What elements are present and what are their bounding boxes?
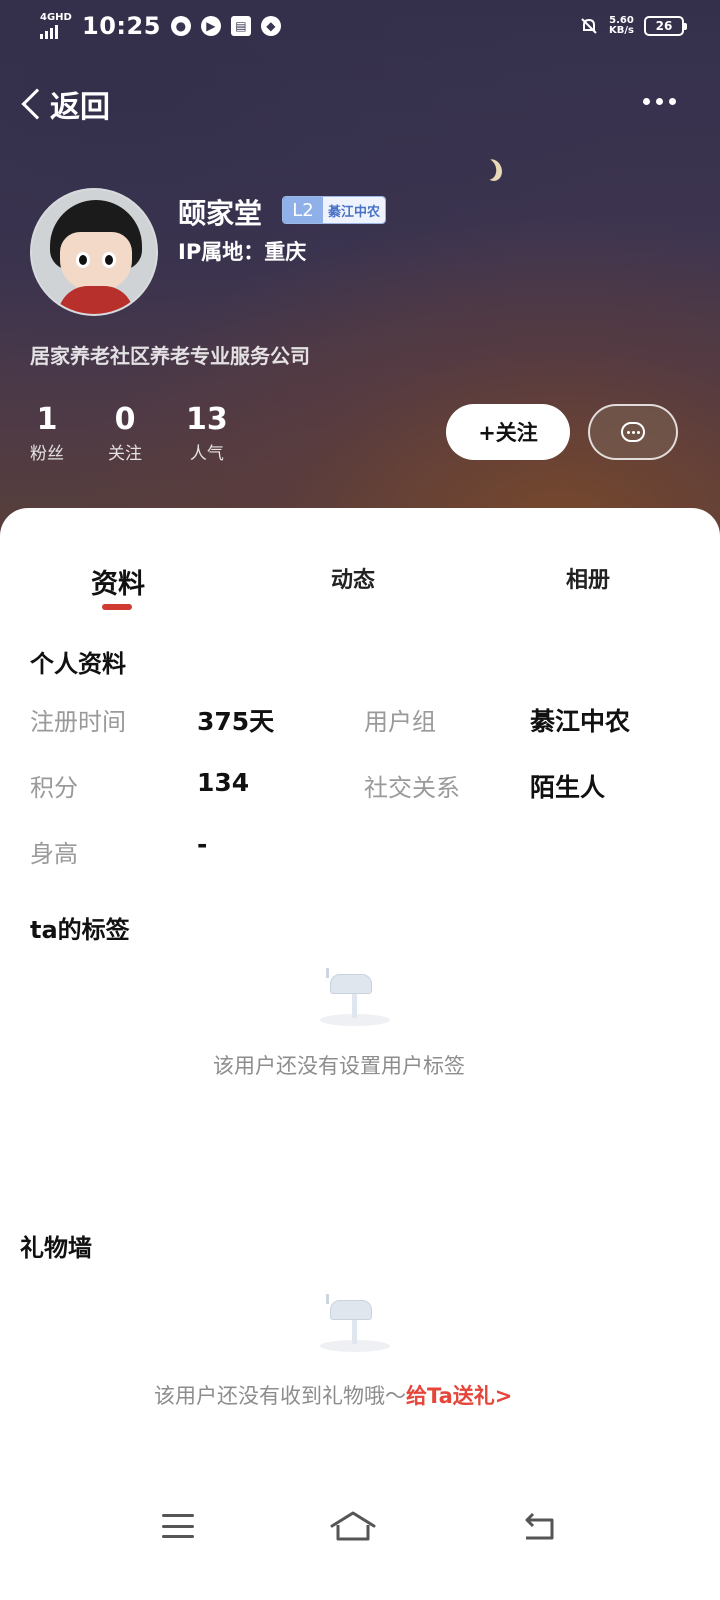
stat-fans[interactable]: 1 粉丝 [30,402,64,464]
mailbox-icon [316,1294,392,1356]
speed-unit: KB/s [609,25,634,36]
network-indicator: 4GHD [40,13,72,39]
ip-location: IP属地：重庆 [178,240,307,264]
profile-content-card: 资料 动态 相册 个人资料 注册时间 375天 用户组 綦江中农 积分 134 … [0,508,720,1600]
gift-empty-row: 该用户还没有收到礼物哦～给Ta送礼> [154,1380,512,1410]
battery-icon: 26 [644,16,687,36]
more-icon[interactable] [643,98,676,105]
wechat-icon: ● [170,16,191,36]
level-label: L2 [283,197,323,223]
stat-value: 1 [36,402,58,437]
gift-empty-text: 该用户还没有收到礼物哦～ [154,1384,406,1408]
field-value: 375天 [197,707,275,736]
message-icon [621,422,645,442]
field-value: - [197,830,208,859]
user-bio: 居家养老社区养老专业服务公司 [30,344,310,368]
field-value: 陌生人 [530,773,606,802]
send-gift-link[interactable]: 给Ta送礼> [406,1384,512,1408]
stat-label: 粉丝 [30,444,64,464]
mailbox-icon [316,968,392,1030]
moon-decoration [475,156,499,183]
stat-value: 0 [114,402,136,437]
field-key: 社交关系 [364,774,460,802]
tab-album[interactable]: 相册 [566,562,610,594]
user-name: 颐家堂 [178,197,263,230]
calendar-icon: ▤ [230,16,251,36]
stat-label: 关注 [108,444,142,464]
menu-icon[interactable] [162,1514,194,1538]
field-value: 綦江中农 [530,707,631,736]
stat-popularity: 13 人气 [186,402,228,464]
clock: 10:25 [82,12,161,40]
field-value: 134 [197,768,250,797]
status-bar: 4GHD 10:25 ● ▶ ▤ ◆ 5.60 KB/s 26 [0,0,720,56]
profile-header: 4GHD 10:25 ● ▶ ▤ ◆ 5.60 KB/s 26 返回 颐家堂 L… [0,0,720,560]
stat-following[interactable]: 0 关注 [108,402,142,464]
stat-label: 人气 [189,444,224,464]
signal-icon [40,25,72,39]
stat-value: 13 [186,402,228,437]
level-badge: L2 綦江中农 [282,196,387,224]
back-button[interactable]: 返回 [18,82,110,126]
home-icon[interactable] [330,1510,376,1542]
tags-empty-text: 该用户还没有设置用户标签 [213,1054,465,1078]
tab-posts[interactable]: 动态 [331,562,375,594]
section-title-tags: ta的标签 [30,916,130,944]
field-key: 用户组 [364,708,436,736]
net-speed: 5.60 KB/s [609,16,634,36]
play-icon: ▶ [200,16,221,36]
return-icon[interactable] [522,1512,556,1540]
avatar[interactable] [30,188,158,316]
network-type: 4GHD [40,12,72,23]
follow-button[interactable]: +关注 [446,404,570,460]
tab-profile[interactable]: 资料 [91,562,145,601]
mute-bell-icon [581,18,597,34]
compass-icon: ◆ [260,16,281,36]
message-button[interactable] [588,404,678,460]
field-key: 注册时间 [30,708,126,736]
section-title-gift-wall: 礼物墙 [20,1234,92,1262]
back-label: 返回 [50,90,110,125]
section-title-personal-info: 个人资料 [30,650,126,678]
back-chevron-icon [21,88,53,120]
tab-indicator [102,604,132,610]
group-badge-label: 綦江中农 [323,197,386,223]
battery-level: 26 [655,19,673,33]
system-navigation-bar [0,1494,720,1564]
field-key: 积分 [30,774,78,802]
field-key: 身高 [30,840,78,868]
